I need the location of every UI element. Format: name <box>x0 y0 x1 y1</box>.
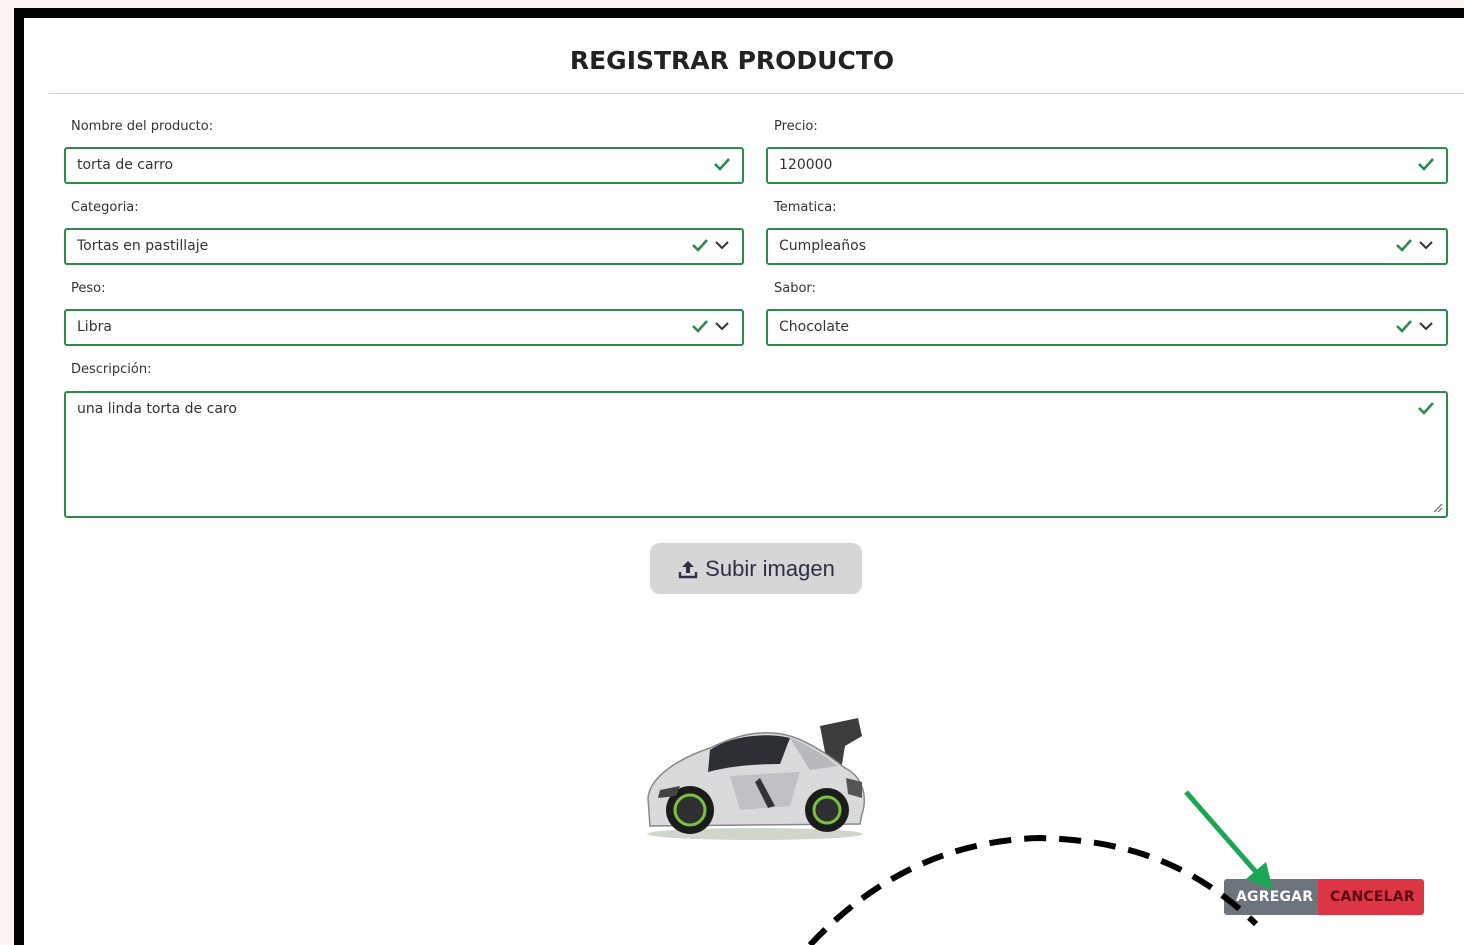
categoria-select[interactable]: Tortas en pastillaje <box>64 228 744 265</box>
sabor-label: Sabor: <box>774 281 816 296</box>
upload-button-label: Subir imagen <box>705 555 835 581</box>
descripcion-value: una linda torta de caro <box>77 401 237 417</box>
sabor-select[interactable]: Chocolate <box>766 309 1448 346</box>
chevron-down-icon <box>1419 241 1433 250</box>
peso-select[interactable]: Libra <box>64 309 744 346</box>
title-divider <box>49 93 1464 94</box>
chevron-down-icon <box>1419 322 1433 331</box>
nombre-input[interactable]: torta de carro <box>64 147 744 184</box>
descripcion-label: Descripción: <box>71 362 152 377</box>
check-icon <box>1396 320 1412 333</box>
precio-label: Precio: <box>774 119 818 134</box>
descripcion-textarea[interactable]: una linda torta de caro <box>64 391 1448 518</box>
form-panel: REGISTRAR PRODUCTO Nombre del producto: … <box>24 18 1464 945</box>
check-icon <box>692 239 708 252</box>
precio-input[interactable]: 120000 <box>766 147 1448 184</box>
check-icon <box>1396 239 1412 252</box>
peso-label: Peso: <box>71 281 106 296</box>
car-image-preview <box>647 718 866 840</box>
action-buttons: AGREGAR CANCELAR <box>1224 879 1424 915</box>
page-title: REGISTRAR PRODUCTO <box>569 46 895 75</box>
upload-icon <box>678 560 698 578</box>
check-icon <box>692 320 708 333</box>
tematica-value: Cumpleaños <box>779 238 866 254</box>
upload-image-button[interactable]: Subir imagen <box>650 543 862 594</box>
nombre-label: Nombre del producto: <box>71 119 214 134</box>
resize-handle-icon[interactable] <box>1431 501 1443 513</box>
add-button[interactable]: AGREGAR <box>1224 879 1318 915</box>
tematica-label: Tematica: <box>774 200 837 215</box>
categoria-label: Categoria: <box>71 200 139 215</box>
check-icon <box>1418 158 1434 171</box>
check-icon <box>1418 402 1434 415</box>
check-icon <box>714 158 730 171</box>
categoria-value: Tortas en pastillaje <box>77 238 209 254</box>
nombre-value: torta de carro <box>77 157 174 173</box>
tematica-select[interactable]: Cumpleaños <box>766 228 1448 265</box>
peso-value: Libra <box>77 319 112 335</box>
chevron-down-icon <box>715 322 729 331</box>
sabor-value: Chocolate <box>779 319 850 335</box>
chevron-down-icon <box>715 241 729 250</box>
cancel-button[interactable]: CANCELAR <box>1318 879 1424 915</box>
precio-value: 120000 <box>779 157 833 173</box>
